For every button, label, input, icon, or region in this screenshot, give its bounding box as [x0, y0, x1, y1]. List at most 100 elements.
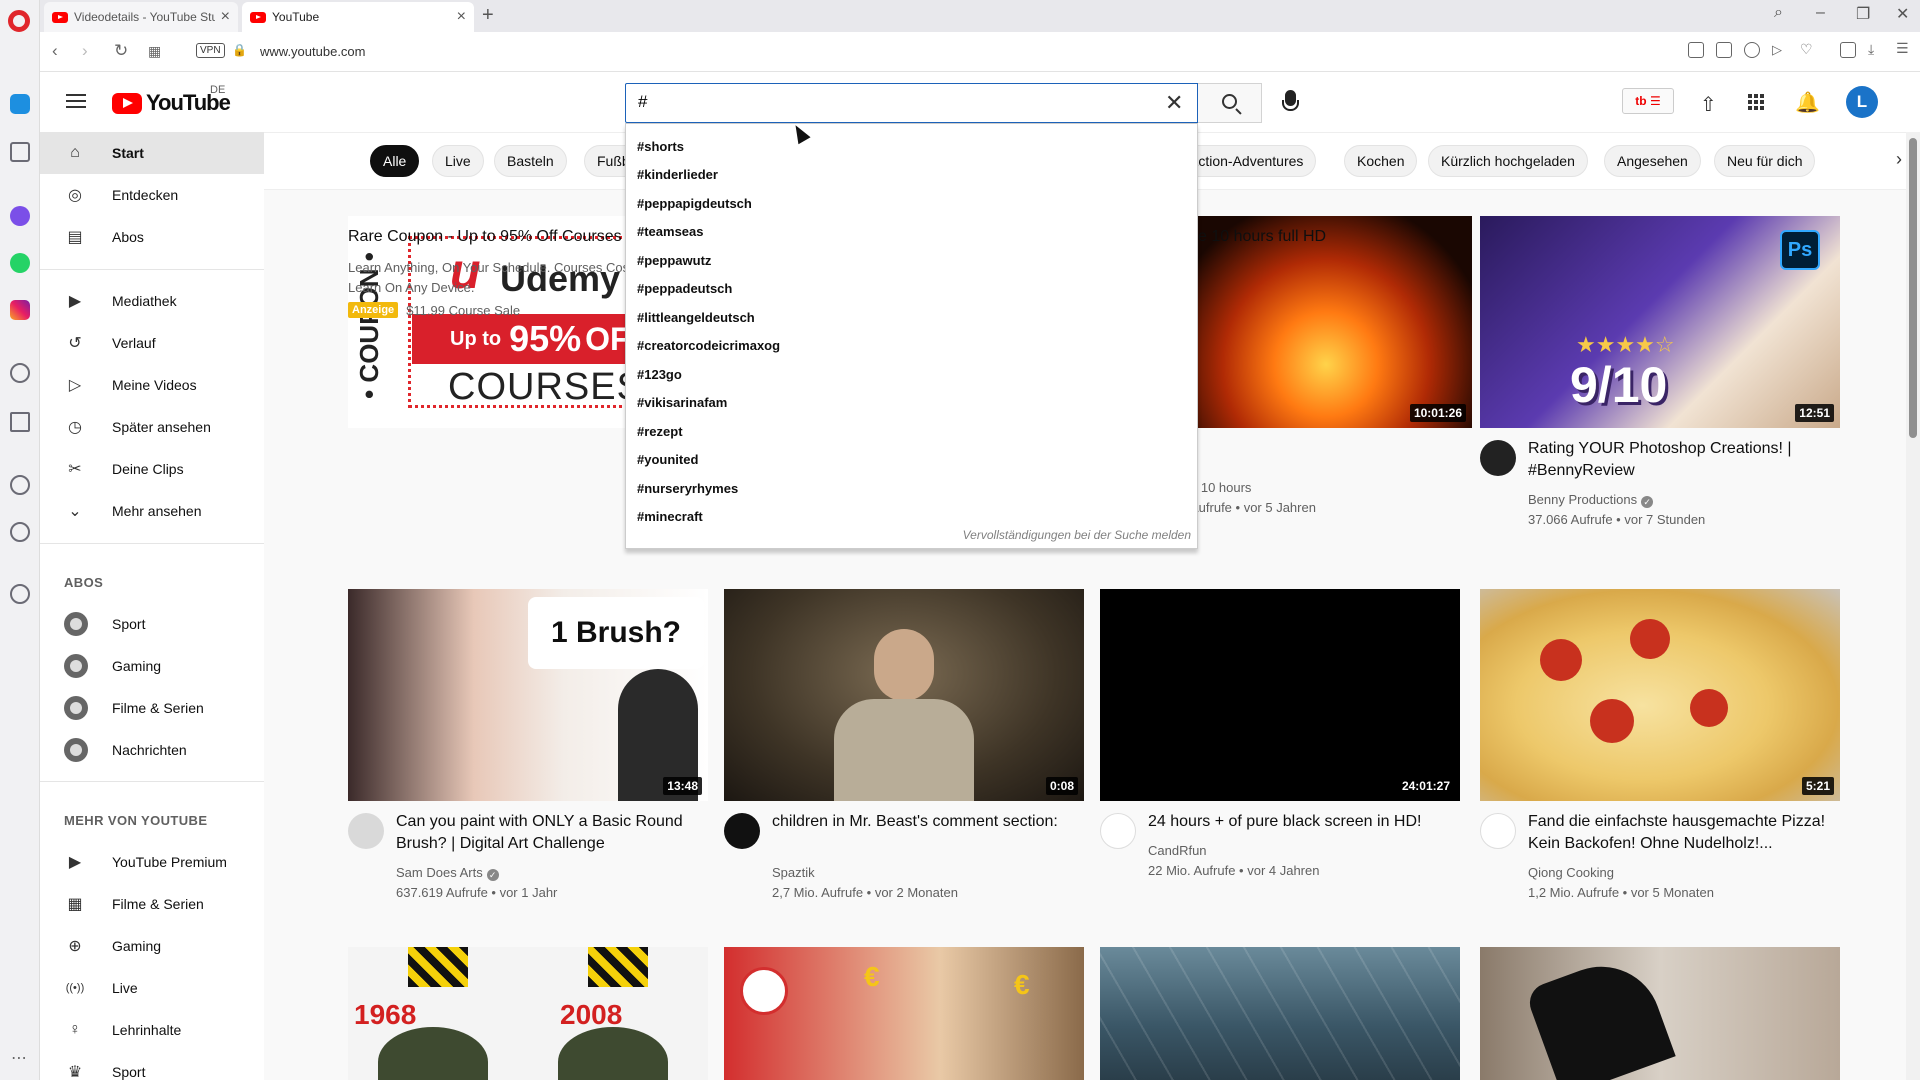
- suggestion-item[interactable]: #creatorcodeicrimaxog: [626, 332, 1197, 360]
- upload-icon[interactable]: ⇧: [1700, 92, 1717, 117]
- lock-icon[interactable]: 🔒: [232, 43, 247, 57]
- video-title[interactable]: 24 hours + of pure black screen in HD!: [1148, 811, 1448, 833]
- minimize-button[interactable]: –: [1816, 4, 1825, 22]
- video-card-mr-beast-comments[interactable]: 0:08 children in Mr. Beast's comment sec…: [724, 589, 1084, 900]
- video-thumbnail[interactable]: 1 Brush? 13:48: [348, 589, 708, 801]
- video-title[interactable]: Rare Coupon - Up to 95% Off Courses: [348, 226, 648, 248]
- video-thumbnail[interactable]: 1968 2008: [348, 947, 708, 1080]
- video-thumbnail[interactable]: [1480, 947, 1840, 1080]
- guide-item-verlauf[interactable]: ↺ Verlauf: [40, 322, 264, 364]
- suggestion-item[interactable]: #teamseas: [626, 218, 1197, 246]
- instagram-icon[interactable]: [10, 300, 30, 320]
- video-title[interactable]: Can you paint with ONLY a Basic Round Br…: [396, 811, 696, 855]
- guide-item-spaeter-ansehen[interactable]: ◷ Später ansehen: [40, 406, 264, 448]
- suggestion-item[interactable]: #shorts: [626, 132, 1197, 160]
- video-title[interactable]: Fand die einfachste hausgemachte Pizza! …: [1528, 811, 1828, 855]
- player-icon[interactable]: [10, 363, 30, 383]
- suggestion-item[interactable]: #123go: [626, 360, 1197, 388]
- video-thumbnail[interactable]: 0:08: [724, 589, 1084, 801]
- guide-item-filme-serien[interactable]: ▦ Filme & Serien: [40, 883, 264, 925]
- camera-icon[interactable]: [1716, 42, 1732, 58]
- history-clock-icon[interactable]: [10, 522, 30, 542]
- video-card-fireplace[interactable]: 10:01:26 ce 10 hours full HD e 10 hours …: [1180, 216, 1472, 515]
- video-channel[interactable]: Sam Does Arts ✓: [396, 865, 499, 881]
- chip-angesehen[interactable]: Angesehen: [1604, 145, 1701, 177]
- guide-item-abos[interactable]: ▤ Abos: [40, 216, 264, 258]
- video-thumbnail[interactable]: 24:01:27: [1100, 589, 1460, 801]
- download-icon[interactable]: ⤓: [1868, 41, 1884, 57]
- guide-item-start[interactable]: ⌂ Start: [40, 132, 264, 174]
- suggestion-item[interactable]: #peppawutz: [626, 246, 1197, 274]
- opera-logo-icon[interactable]: [8, 10, 30, 32]
- guide-item-entdecken[interactable]: ◎ Entdecken: [40, 174, 264, 216]
- video-card-row3-2[interactable]: € €: [724, 947, 1084, 1080]
- easy-setup-icon[interactable]: ☰: [1896, 40, 1912, 56]
- menu-hamburger-icon[interactable]: [66, 94, 86, 108]
- guide-item-deine-clips[interactable]: ✂ Deine Clips: [40, 448, 264, 490]
- channel-avatar[interactable]: [1480, 813, 1516, 849]
- guide-item-gaming[interactable]: ⊕ Gaming: [40, 925, 264, 967]
- notifications-bell-icon[interactable]: 🔔: [1795, 90, 1820, 115]
- suggestion-item[interactable]: #littleangeldeutsch: [626, 303, 1197, 331]
- channel-avatar[interactable]: [1100, 813, 1136, 849]
- more-dots-icon[interactable]: ⋯: [11, 1048, 27, 1068]
- adblock-icon[interactable]: [1744, 42, 1760, 58]
- suggestion-item[interactable]: #rezept: [626, 417, 1197, 445]
- restore-button[interactable]: ❐: [1856, 4, 1870, 24]
- search-clear-icon[interactable]: ✕: [1165, 90, 1183, 116]
- suggestion-item[interactable]: #minecraft: [626, 503, 1197, 531]
- messenger-icon[interactable]: [10, 206, 30, 226]
- forward-button[interactable]: ›: [82, 41, 88, 61]
- search-button[interactable]: [1198, 83, 1262, 123]
- guide-item-youtube-premium[interactable]: ▶ YouTube Premium: [40, 841, 264, 883]
- bookmark-star-icon[interactable]: [10, 142, 30, 162]
- video-thumbnail[interactable]: [1100, 947, 1460, 1080]
- video-card-black-screen[interactable]: 24:01:27 24 hours + of pure black screen…: [1100, 589, 1460, 878]
- video-title[interactable]: Rating YOUR Photoshop Creations! | #Benn…: [1528, 438, 1828, 482]
- suggestion-item[interactable]: #peppadeutsch: [626, 275, 1197, 303]
- video-card-pizza[interactable]: 5:21 Fand die einfachste hausgemachte Pi…: [1480, 589, 1840, 900]
- suggestion-item[interactable]: #kinderlieder: [626, 161, 1197, 189]
- video-card-row3-1[interactable]: 1968 2008: [348, 947, 708, 1080]
- chip-kuerzlich-hochgeladen[interactable]: Kürzlich hochgeladen: [1428, 145, 1588, 177]
- page-scrollbar[interactable]: [1906, 132, 1920, 1080]
- new-tab-button[interactable]: +: [482, 4, 494, 27]
- pin-icon[interactable]: [10, 584, 30, 604]
- guide-item-mehr-ansehen[interactable]: ⌄ Mehr ansehen: [40, 490, 264, 532]
- guide-item-live[interactable]: ((•)) Live: [40, 967, 264, 1009]
- chips-next-chevron-icon[interactable]: ›: [1896, 149, 1902, 170]
- chip-alle[interactable]: Alle: [370, 145, 420, 177]
- chip-basteln[interactable]: Basteln: [494, 145, 567, 177]
- channel-avatar[interactable]: [724, 813, 760, 849]
- url-field[interactable]: www.youtube.com: [260, 44, 366, 59]
- extension-badge[interactable]: tb ☰: [1622, 88, 1674, 114]
- account-avatar[interactable]: L: [1846, 86, 1878, 118]
- guide-sub-sport[interactable]: Sport: [40, 603, 264, 645]
- channel-name[interactable]: Benny Productions: [1528, 492, 1637, 507]
- video-thumbnail[interactable]: 5:21: [1480, 589, 1840, 801]
- guide-sub-filme-serien[interactable]: Filme & Serien: [40, 687, 264, 729]
- search-input[interactable]: [638, 92, 1138, 112]
- send-icon[interactable]: [10, 412, 30, 432]
- video-thumbnail[interactable]: Ps 9/10 ★★★★☆ 12:51: [1480, 216, 1840, 428]
- back-button[interactable]: ‹: [52, 41, 58, 61]
- video-card-row3-3[interactable]: [1100, 947, 1460, 1080]
- tab-close-icon[interactable]: ×: [457, 8, 466, 26]
- reload-button[interactable]: ↻: [114, 41, 128, 61]
- video-card-brush-challenge[interactable]: 1 Brush? 13:48 Can you paint with ONLY a…: [348, 589, 708, 900]
- video-channel[interactable]: e 10 hours: [1190, 480, 1251, 495]
- chip-neu-fuer-dich[interactable]: Neu für dich: [1714, 145, 1816, 177]
- video-channel[interactable]: Qiong Cooking: [1528, 865, 1614, 880]
- suggestion-item[interactable]: #peppapigdeutsch: [626, 189, 1197, 217]
- suggestion-item[interactable]: #vikisarinafam: [626, 389, 1197, 417]
- guide-sub-gaming[interactable]: Gaming: [40, 645, 264, 687]
- tab-close-icon[interactable]: ×: [221, 8, 230, 26]
- video-card-row3-4[interactable]: [1480, 947, 1840, 1080]
- edit-icon[interactable]: [1688, 42, 1704, 58]
- voice-search-mic-icon[interactable]: [1282, 90, 1299, 111]
- search-tabs-icon[interactable]: ⌕: [1774, 4, 1783, 22]
- guide-item-sport[interactable]: ♛ Sport: [40, 1051, 264, 1080]
- suggestion-item[interactable]: #nurseryrhymes: [626, 474, 1197, 502]
- guide-item-mediathek[interactable]: ▶ Mediathek: [40, 280, 264, 322]
- workspace-home-icon[interactable]: [10, 94, 30, 114]
